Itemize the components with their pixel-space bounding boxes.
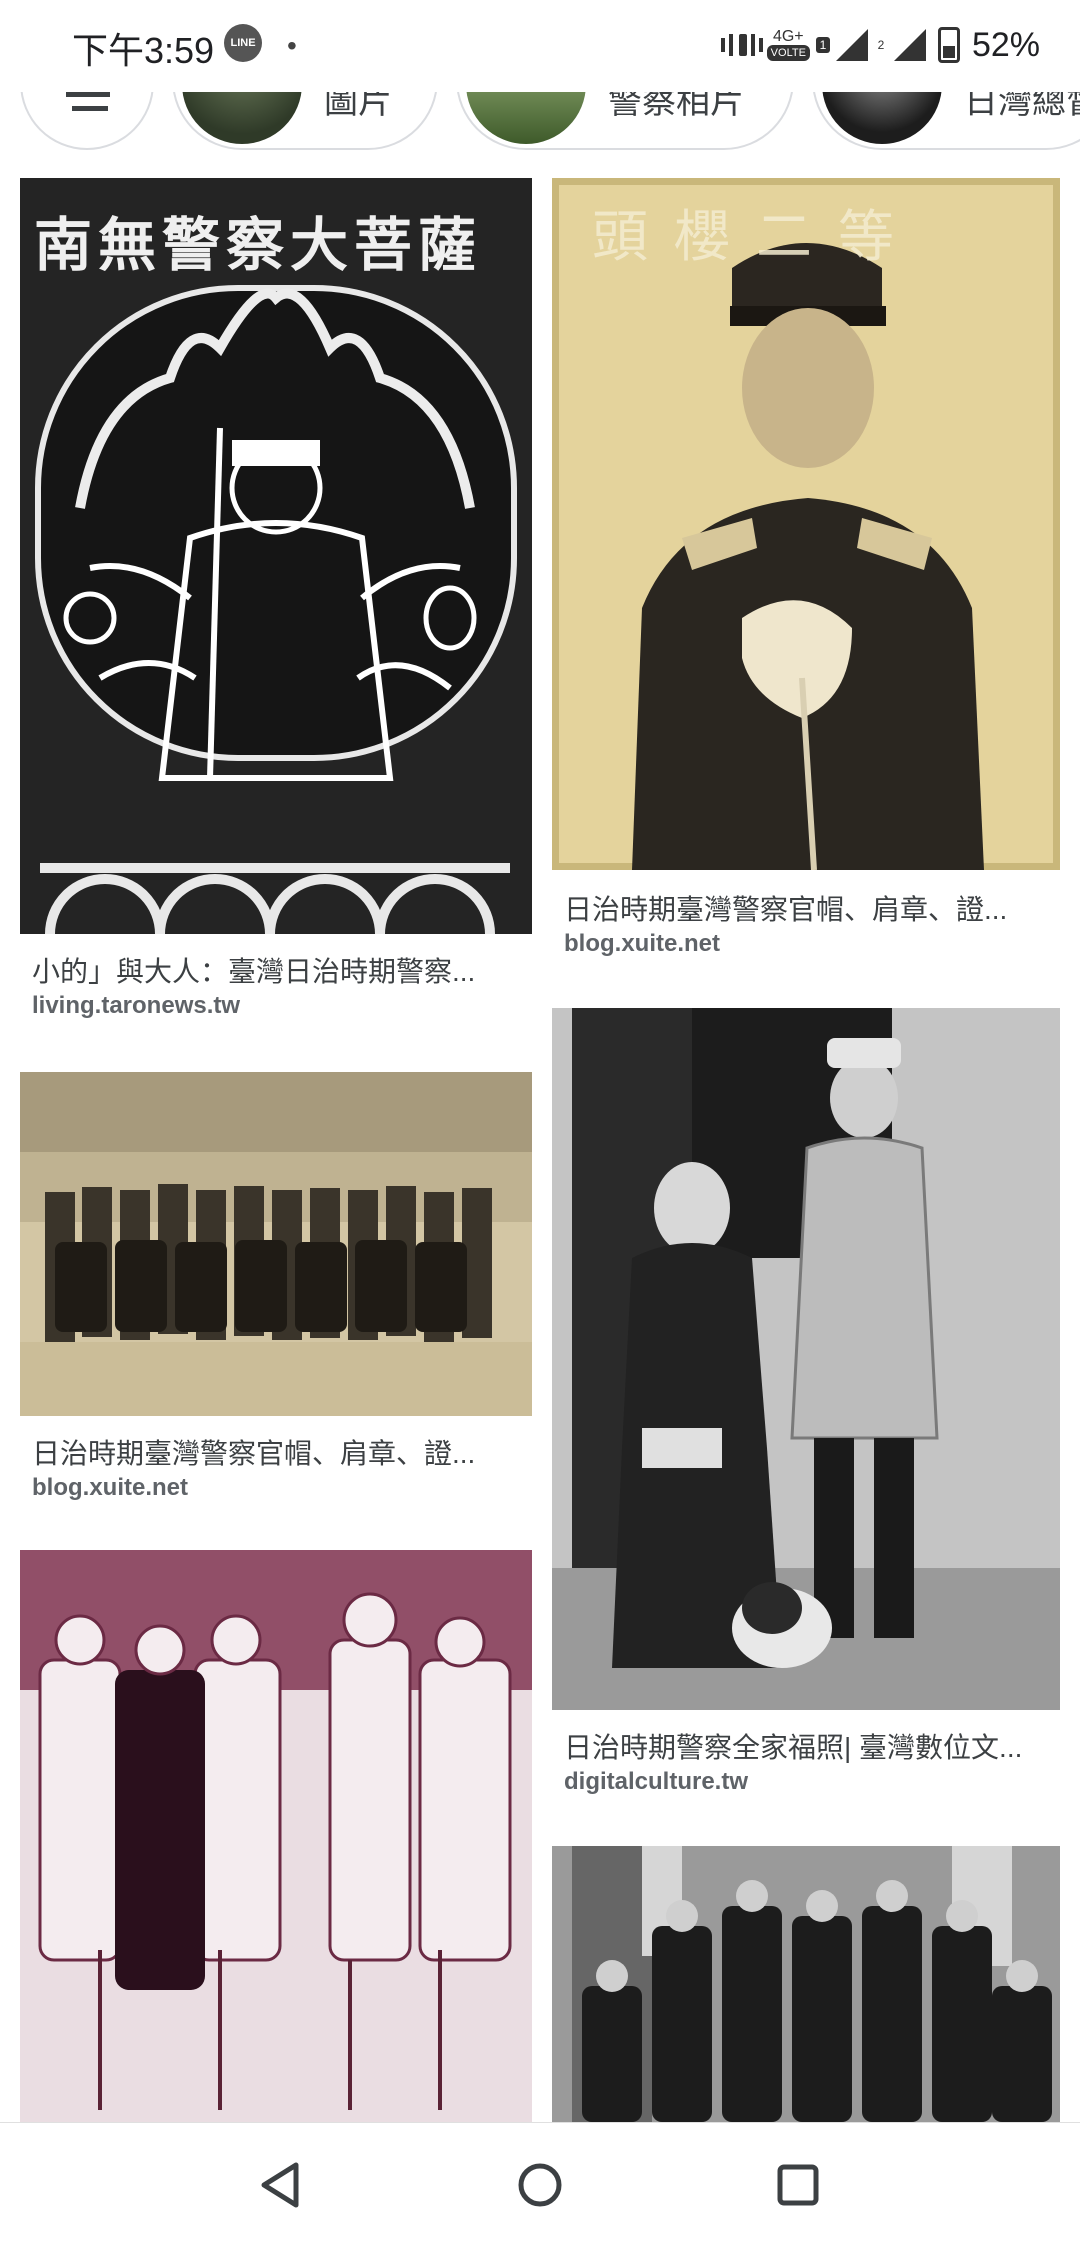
battery-percent: 52% [971,25,1040,64]
sketch-illustration [20,1550,532,2122]
vibrate-icon [720,30,763,60]
sim1-badge: 1 [815,37,830,53]
signal-icon [835,29,868,61]
photo-caption-text: 頭櫻二等 [592,205,920,270]
notification-dot: • [287,30,297,61]
portrait-photo [552,178,1060,870]
result-title[interactable]: 小的」與大人：臺灣日治時期警察... [32,950,532,990]
result-source[interactable]: blog.xuite.net [564,930,720,958]
signal-icon-2 [893,29,926,61]
family-photo [552,1008,1060,1710]
group-photo [20,1072,532,1416]
result-image[interactable] [552,1846,1060,2122]
battery-icon [937,27,960,63]
group-photo [552,1846,1060,2122]
home-button[interactable] [508,2153,572,2217]
result-title[interactable]: 日治時期臺灣警察官帽、肩章、證... [32,1432,532,1472]
result-image[interactable]: 頭櫻二等 [552,178,1060,870]
network-type: 4G+ [772,28,804,45]
status-time: 下午3:59 [72,30,215,71]
sim2-badge: 2 [877,38,885,52]
filter-icon [66,92,110,97]
result-image[interactable]: 南無警察大菩薩 [20,178,532,934]
recents-button[interactable] [766,2153,830,2217]
result-source[interactable]: digitalculture.tw [564,1768,748,1796]
home-icon [518,2163,562,2207]
poster-illustration [20,178,532,934]
result-image[interactable] [20,1550,532,2122]
recents-icon [777,2164,819,2206]
line-icon: LINE [224,24,262,62]
status-icons: 4G+ VOLTE 1 2 52% [720,20,1040,70]
navigation-bar [0,2122,1080,2247]
poster-title: 南無警察大菩薩 [34,211,483,279]
network-indicator: 4G+ VOLTE [766,28,810,61]
result-source[interactable]: living.taronews.tw [32,992,240,1020]
status-bar: 下午3:59 LINE • 4G+ VOLTE 1 2 52% [0,0,1080,92]
result-image[interactable] [20,1072,532,1416]
result-title[interactable]: 日治時期臺灣警察官帽、肩章、證... [564,888,1064,928]
result-title[interactable]: 日治時期警察全家福照| 臺灣數位文... [564,1726,1064,1766]
back-icon [261,2162,299,2208]
result-image[interactable] [552,1008,1060,1710]
back-button[interactable] [248,2153,312,2217]
volte-badge: VOLTE [766,45,810,61]
result-source[interactable]: blog.xuite.net [32,1474,188,1502]
